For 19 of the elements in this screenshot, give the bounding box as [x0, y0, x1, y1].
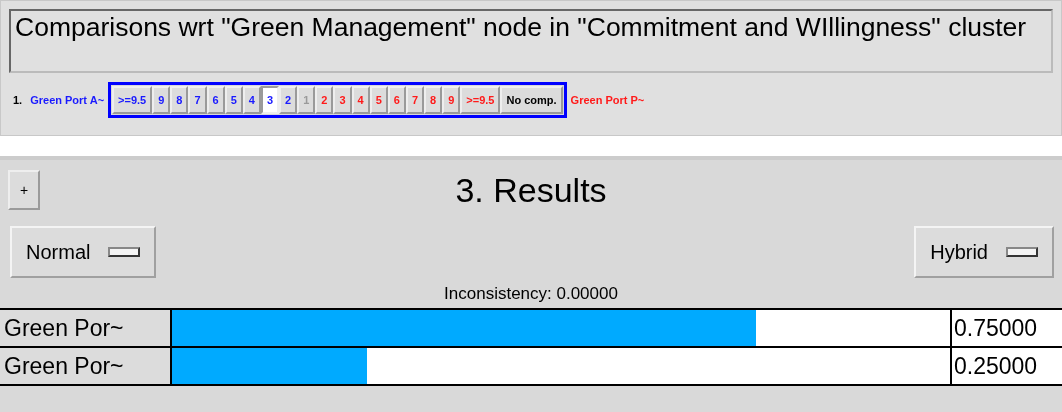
- right-node-label: Green Port P~: [570, 94, 645, 106]
- comparison-title: Comparisons wrt "Green Management" node in "Commitment and WIllingness" cluster: [15, 13, 1028, 42]
- inconsistency-text: Inconsistency: 0.00000: [443, 284, 619, 304]
- dropdown-indicator-icon: [1006, 247, 1038, 257]
- scale-button[interactable]: 8: [170, 86, 189, 114]
- scale-button[interactable]: 7: [188, 86, 207, 114]
- scale-button[interactable]: No comp.: [500, 86, 563, 114]
- scale-button[interactable]: 2: [279, 86, 298, 114]
- mode-dropdown[interactable]: Normal: [10, 226, 157, 278]
- left-node-label: Green Port A~: [30, 94, 105, 106]
- type-dropdown[interactable]: Hybrid: [914, 226, 1054, 278]
- scale-button[interactable]: >=9.5: [112, 86, 153, 114]
- priority-value-cell: 0.75000: [952, 310, 1062, 346]
- scale-button[interactable]: 9: [152, 86, 171, 114]
- results-title: 3. Results: [454, 170, 608, 210]
- priority-value-cell: 0.25000: [952, 348, 1062, 384]
- row-number: 1.: [13, 94, 23, 106]
- expand-button[interactable]: +: [8, 170, 40, 210]
- dropdown-indicator-icon: [108, 247, 141, 257]
